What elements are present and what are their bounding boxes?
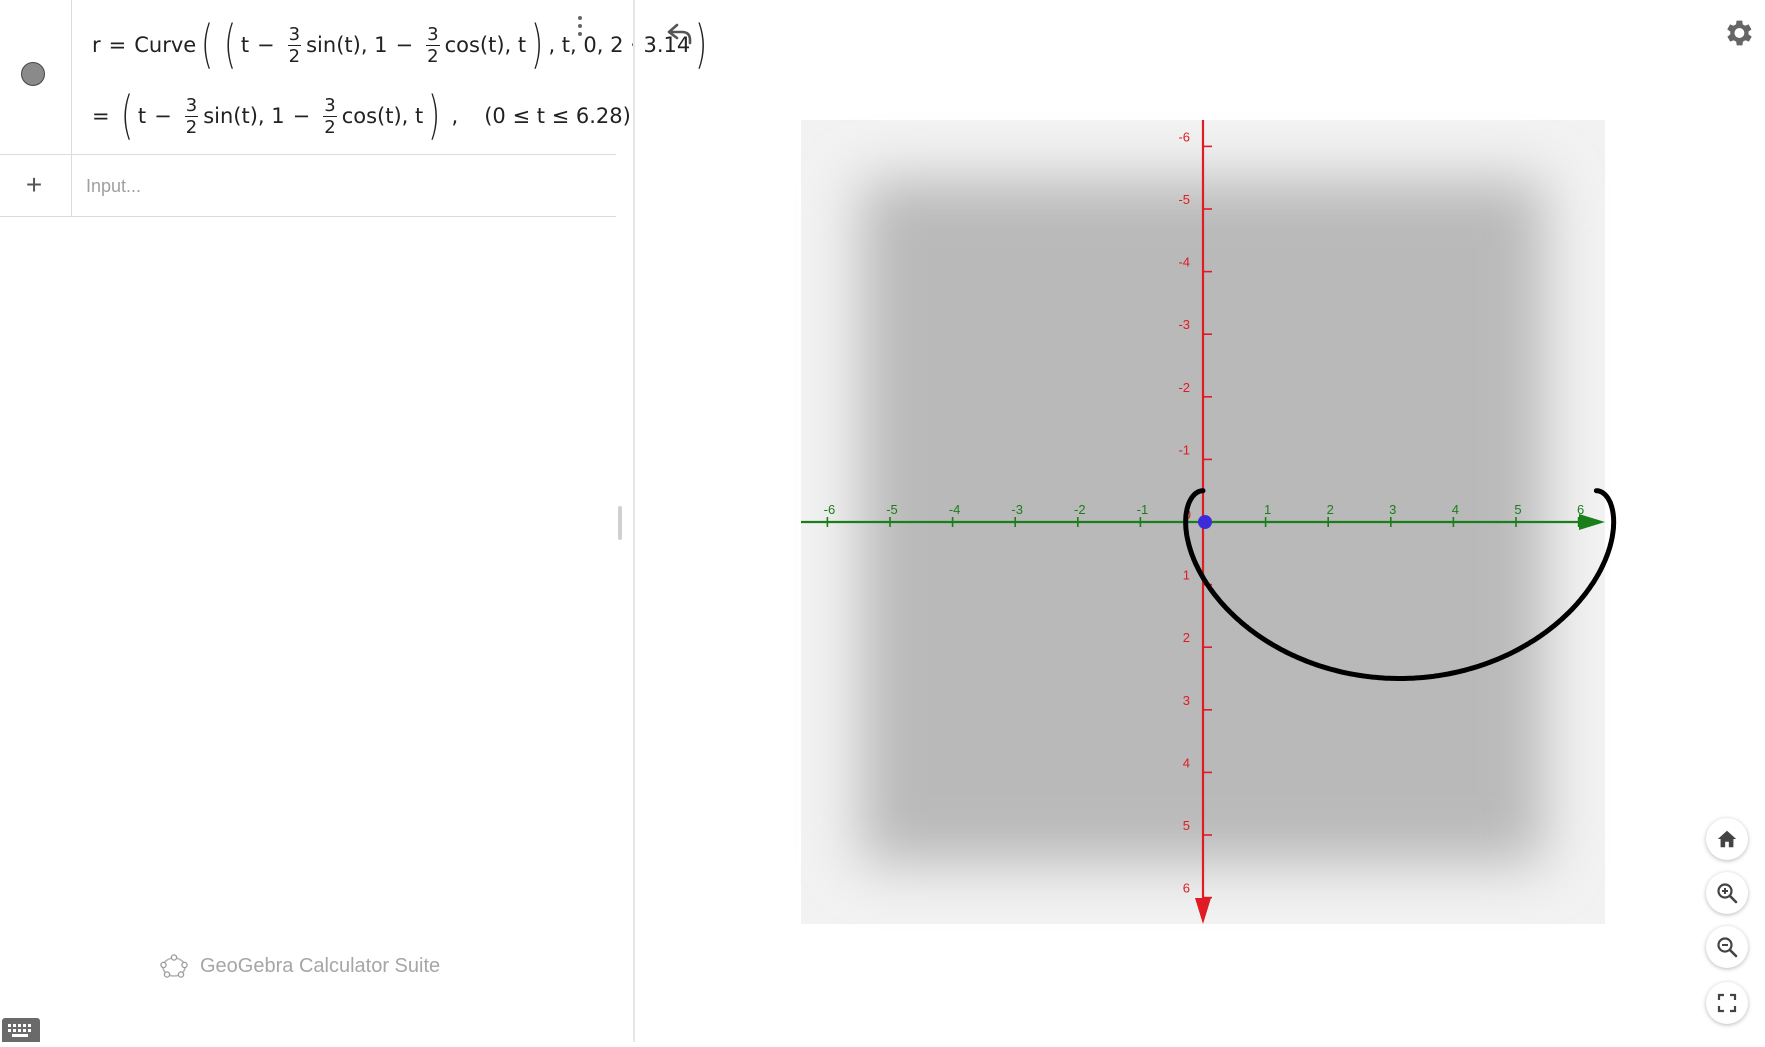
value-comma: , <box>451 104 459 128</box>
fullscreen-glyph <box>1717 993 1737 1013</box>
paren-open-inner: ( <box>223 15 236 75</box>
y-tick-label: -5 <box>1178 192 1190 207</box>
x-tick-label: -1 <box>1137 502 1149 517</box>
panel-divider <box>633 0 635 1042</box>
x-tick-label: 4 <box>1452 502 1459 517</box>
y-tick-label: -3 <box>1178 317 1190 332</box>
val-minus-2: − <box>292 104 311 128</box>
brand-footer: GeoGebra Calculator Suite <box>160 953 440 979</box>
input-icon-cell: + <box>0 155 72 216</box>
visibility-toggle[interactable] <box>21 62 45 86</box>
paren-close: ) <box>428 86 441 146</box>
algebra-input[interactable] <box>84 155 588 218</box>
frac-numerator: 3 <box>287 23 302 46</box>
origin-point[interactable] <box>1198 515 1212 529</box>
x-tick-label: 1 <box>1264 502 1271 517</box>
y-tick-label: -1 <box>1178 442 1190 457</box>
undo-glyph <box>667 23 692 45</box>
x-tick-label: 3 <box>1389 502 1396 517</box>
def-sin: sin(t), 1 <box>306 33 388 57</box>
y-tick-label: 1 <box>1183 568 1190 583</box>
zoom-in-icon[interactable] <box>1706 872 1748 914</box>
frac-denominator: 2 <box>185 116 198 138</box>
algebra-view: r = Curve ( ( t − 3 2 sin(t), 1 − 3 2 co… <box>0 0 707 1042</box>
geogebra-logo-icon <box>160 954 188 978</box>
equals-sign: = <box>108 33 127 57</box>
zoom-in-glyph <box>1717 883 1738 904</box>
y-tick-label: 3 <box>1183 693 1190 708</box>
y-tick-label: 5 <box>1183 818 1190 833</box>
y-tick-label: 6 <box>1183 881 1190 896</box>
x-tick-label: 2 <box>1327 502 1334 517</box>
def-minus-1: − <box>257 33 275 57</box>
y-tick-label: 4 <box>1183 755 1190 770</box>
x-tick-label: -6 <box>824 502 836 517</box>
y-tick-label: -4 <box>1178 255 1190 270</box>
panel-resize-handle[interactable] <box>618 506 622 540</box>
frac-numerator: 3 <box>323 94 337 117</box>
graphics-view[interactable]: -6 -5 -4 -3 -2 -1 1 2 3 4 5 6 -6 -5 -4 -3 -2 -1 1 2 3 4 5 6 0 <box>636 0 1765 1042</box>
frac-denominator: 2 <box>324 116 336 138</box>
gear-glyph <box>1727 20 1752 46</box>
val-t: t <box>137 104 147 128</box>
val-minus-1: − <box>154 104 172 128</box>
frac-numerator: 3 <box>184 94 199 117</box>
paren-close-inner: ) <box>531 15 544 75</box>
y-tick-label: -6 <box>1178 129 1190 144</box>
val-fraction-2: 3 2 <box>323 94 337 138</box>
x-tick-label: -3 <box>1011 502 1023 517</box>
undo-icon[interactable] <box>660 18 696 54</box>
keyboard-icon[interactable] <box>2 1018 40 1042</box>
x-tick-label: 6 <box>1577 502 1584 517</box>
x-tick-label: 5 <box>1514 502 1521 517</box>
x-tick-label: -2 <box>1074 502 1086 517</box>
paren-open-outer: ( <box>201 15 214 75</box>
def-fraction-2: 3 2 <box>426 23 440 67</box>
zoom-out-icon[interactable] <box>1706 926 1748 968</box>
def-minus-2: − <box>395 33 414 57</box>
gear-icon[interactable] <box>1721 16 1755 50</box>
y-tick-label: 2 <box>1183 630 1190 645</box>
plus-icon[interactable]: + <box>22 171 46 199</box>
keyboard-glyph <box>8 1024 31 1037</box>
val-cos: cos(t), t <box>341 104 424 128</box>
paren-open: ( <box>120 86 133 146</box>
frac-denominator: 2 <box>288 45 301 67</box>
x-tick-label: -4 <box>949 502 961 517</box>
parameter-range: (0 ≤ t ≤ 6.28) <box>484 104 631 128</box>
curve-definition[interactable]: r = Curve ( ( t − 3 2 sin(t), 1 − 3 2 co… <box>92 14 713 76</box>
value-equals: = <box>92 104 110 128</box>
frac-denominator: 2 <box>427 45 439 67</box>
y-tick-label: -2 <box>1178 380 1190 395</box>
more-options-icon[interactable] <box>577 16 583 44</box>
brand-text: GeoGebra Calculator Suite <box>200 954 441 977</box>
command-name: Curve <box>134 33 197 57</box>
home-icon[interactable] <box>1706 818 1748 860</box>
fullscreen-icon[interactable] <box>1706 982 1748 1024</box>
algebra-item-curve[interactable]: r = Curve ( ( t − 3 2 sin(t), 1 − 3 2 co… <box>0 0 707 155</box>
visibility-cell <box>0 0 72 154</box>
val-fraction-1: 3 2 <box>184 94 199 138</box>
object-label: r <box>92 33 101 57</box>
val-sin: sin(t), 1 <box>203 104 285 128</box>
curve-value: = ( t − 3 2 sin(t), 1 − 3 2 cos(t), t ) … <box>92 84 631 148</box>
def-t: t <box>240 33 250 57</box>
graph-canvas[interactable]: -6 -5 -4 -3 -2 -1 1 2 3 4 5 6-6-5-4-3-2-11234560 <box>636 0 1765 1042</box>
frac-numerator: 3 <box>426 23 440 46</box>
zoom-out-glyph <box>1717 937 1738 958</box>
x-tick-label: -5 <box>886 502 898 517</box>
algebra-list: r = Curve ( ( t − 3 2 sin(t), 1 − 3 2 co… <box>0 0 707 1042</box>
def-fraction-1: 3 2 <box>287 23 302 67</box>
input-row: + <box>0 155 616 218</box>
def-cos: cos(t), t <box>444 33 527 57</box>
home-glyph <box>1717 830 1737 848</box>
